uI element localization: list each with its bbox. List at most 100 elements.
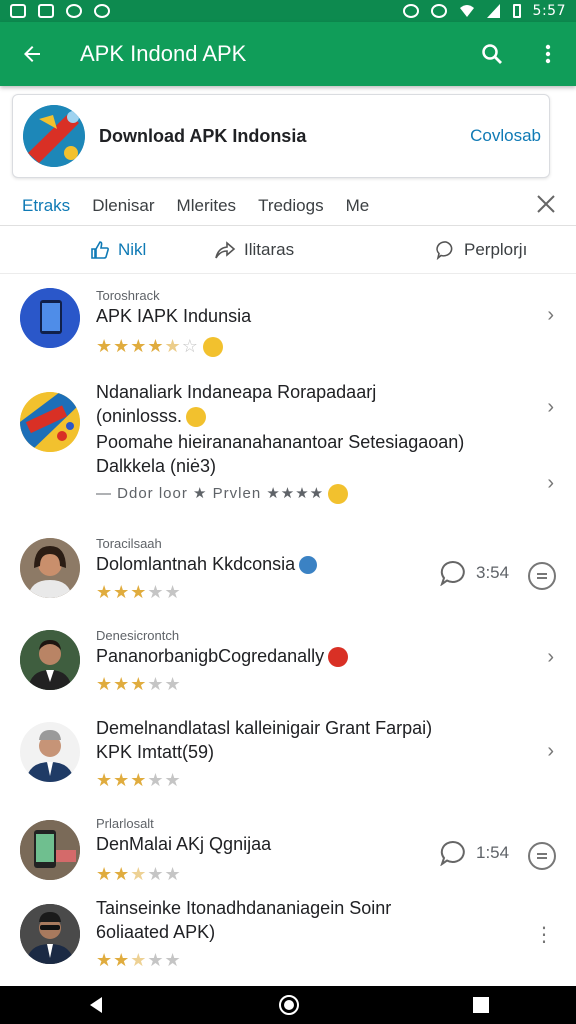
person-avatar: [20, 630, 80, 690]
category-tabs: Etraks Dlenisar Mlerites Trediogs Me: [0, 186, 576, 226]
item-subtitle: KPK Imtatt(59): [96, 742, 215, 762]
cloud-icon: [94, 4, 110, 18]
chevron-right-icon[interactable]: ›: [547, 646, 554, 669]
download-button[interactable]: Covlosab: [470, 126, 541, 146]
chevron-right-icon[interactable]: ›: [547, 740, 554, 763]
close-icon: [537, 195, 555, 213]
rating-stars: ★★★★★: [96, 950, 182, 970]
notification-icon: [10, 4, 26, 18]
item-description: Poomahe hieirananahanantoar Setesiagaoan…: [96, 432, 465, 452]
download-card[interactable]: Download APK Indonsia Covlosab: [12, 94, 550, 178]
menu-circle-icon[interactable]: [528, 842, 556, 870]
vibrate-icon: [430, 4, 447, 18]
filter-like[interactable]: Nikl: [90, 240, 146, 260]
rating-stars: ★★★★★: [96, 864, 182, 884]
status-bar: 5:57: [0, 0, 576, 22]
item-category: Prlarlosalt: [96, 816, 154, 831]
item-subtitle: 6oliaated APK): [96, 922, 216, 942]
nav-home-icon[interactable]: [278, 994, 300, 1016]
rating-stars: ★★★★★: [96, 674, 182, 694]
tab-me[interactable]: Me: [346, 196, 370, 216]
filter-comments-label: Perplorjı: [464, 240, 528, 259]
tab-trediogs[interactable]: Trediogs: [258, 196, 324, 216]
back-button[interactable]: [0, 22, 64, 86]
item-name: DenMalai AKj Qgnijaa: [96, 834, 272, 854]
page-title: APK Indond APK: [80, 41, 247, 66]
emoji-icon: [202, 337, 223, 358]
more-button[interactable]: [520, 22, 576, 86]
list-item[interactable]: Toracilsaah Dolomlantnah Kkdconsia ★★★★★…: [0, 526, 576, 614]
item-description-2: Dalkkela (niė3): [96, 456, 217, 476]
comment-count-label: 1:54: [476, 843, 510, 862]
status-time: 5:57: [532, 3, 566, 19]
list-item[interactable]: Tainseinke Itonadhdananiagein Soinr 6oli…: [0, 896, 576, 986]
comment-icon: [440, 560, 465, 586]
search-button[interactable]: [464, 22, 520, 86]
wifi-icon: [459, 5, 474, 17]
emoji-icon: [299, 556, 318, 575]
item-name: Demelnandlatasl kalleinigair Grant Farpa…: [96, 718, 433, 738]
item-category: Toroshrack: [96, 288, 160, 303]
list-item[interactable]: Denesicrontch PananorbanigbCogredanally …: [0, 620, 576, 708]
app-avatar: [20, 392, 80, 452]
arrow-back-icon: [24, 46, 40, 62]
list-item[interactable]: Demelnandlatasl kalleinigair Grant Farpa…: [0, 712, 576, 808]
rating-stars: ★★★★★☆: [96, 336, 223, 358]
chevron-right-icon[interactable]: ›: [547, 472, 554, 495]
app-logo: [23, 105, 85, 167]
person-avatar: [20, 538, 80, 598]
filter-like-label: Nikl: [118, 240, 147, 259]
filter-share[interactable]: Ilitaras: [214, 240, 294, 260]
comment-count-label: 3:54: [476, 563, 510, 582]
close-button[interactable]: [536, 194, 556, 219]
comment-count[interactable]: 1:54: [440, 840, 509, 866]
alarm-icon: [402, 4, 419, 18]
calendar-icon: [38, 4, 54, 18]
item-name: Ndanaliark Indaneapa Rorapadaarj: [96, 382, 377, 402]
nav-recents-icon[interactable]: [472, 996, 490, 1014]
chevron-right-icon[interactable]: ›: [547, 396, 554, 419]
filter-comments[interactable]: Perplorjı: [436, 240, 527, 260]
chevron-right-icon[interactable]: ›: [547, 304, 554, 327]
item-name: PananorbanigbCogredanally: [96, 646, 349, 668]
item-category: Denesicrontch: [96, 628, 180, 643]
smiley-icon: [66, 4, 82, 18]
item-meta: — Ddor loor ★ Prvlen ★★★★: [96, 484, 349, 505]
more-vert-icon[interactable]: ⋮: [534, 922, 554, 947]
rating-stars: ★★★★★: [96, 582, 182, 602]
comment-count[interactable]: 3:54: [440, 560, 509, 586]
item-name: Dolomlantnah Kkdconsia: [96, 554, 318, 575]
filter-bar: Nikl Ilitaras Perplorjı: [0, 228, 576, 274]
menu-circle-icon[interactable]: [528, 562, 556, 590]
tab-etraks[interactable]: Etraks: [22, 196, 70, 216]
tab-dlenisar[interactable]: Dlenisar: [92, 196, 154, 216]
person-avatar: [20, 722, 80, 782]
filter-share-label: Ilitaras: [244, 240, 295, 259]
more-vert-icon: [545, 44, 551, 64]
emoji-icon: [186, 407, 207, 428]
app-avatar: [20, 288, 80, 348]
item-name: APK IAPK Indunsia: [96, 306, 252, 326]
list-item[interactable]: Ndanaliark Indaneapa Rorapadaarj (oninlo…: [0, 372, 576, 520]
share-icon: [215, 241, 236, 259]
system-nav-bar: [0, 986, 576, 1024]
list-item[interactable]: Prlarlosalt DenMalai AKj Qgnijaa ★★★★★ 1…: [0, 810, 576, 898]
comment-icon: [436, 241, 453, 260]
app-bar: APK Indond APK: [0, 22, 576, 86]
card-title: Download APK Indonsia: [99, 125, 307, 146]
list-item[interactable]: Toroshrack APK IAPK Indunsia ★★★★★☆ ›: [0, 276, 576, 368]
app-avatar: [20, 820, 80, 880]
search-icon: [482, 44, 502, 64]
comment-icon: [440, 840, 465, 866]
item-category: Toracilsaah: [96, 536, 162, 551]
emoji-icon: [328, 647, 349, 668]
battery-icon: [512, 4, 521, 18]
nav-back-icon[interactable]: [86, 995, 106, 1015]
emoji-icon: [328, 484, 349, 505]
tab-mlerites[interactable]: Mlerites: [177, 196, 237, 216]
rating-stars: ★★★★★: [96, 770, 182, 790]
person-avatar: [20, 904, 80, 964]
item-subtitle: (oninlosss.: [96, 406, 207, 428]
thumb-up-icon: [91, 241, 109, 259]
signal-icon: [486, 4, 500, 18]
